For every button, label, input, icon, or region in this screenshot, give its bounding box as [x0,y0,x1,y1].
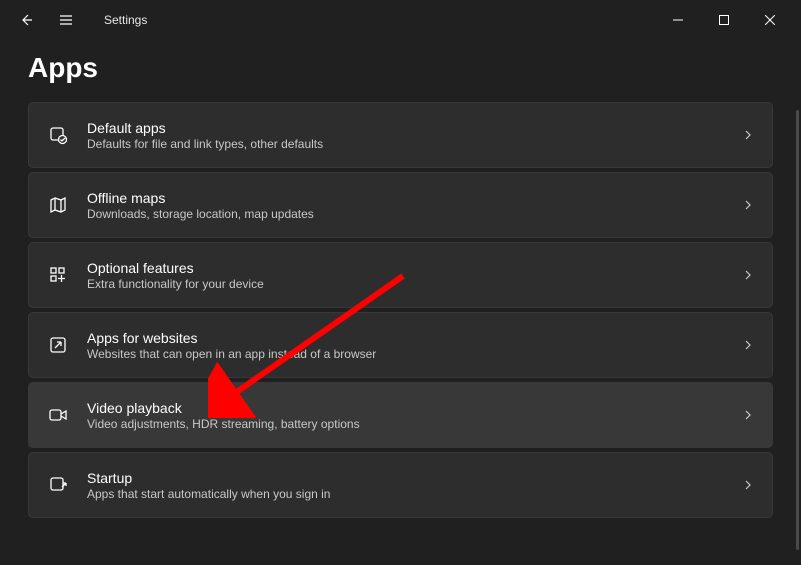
item-subtitle: Websites that can open in an app instead… [87,347,732,361]
item-title: Default apps [87,120,732,136]
titlebar-left: Settings [8,2,147,38]
apps-websites-icon [47,334,69,356]
hamburger-icon [58,12,74,28]
item-title: Startup [87,470,732,486]
close-icon [765,15,775,25]
item-title: Offline maps [87,190,732,206]
scrollbar[interactable] [796,110,799,550]
window-title: Settings [104,13,147,27]
maximize-icon [719,15,729,25]
default-apps-icon [47,124,69,146]
page-header: Apps [0,40,801,102]
item-text: Default apps Defaults for file and link … [87,120,732,151]
back-button[interactable] [8,2,44,38]
startup-icon [47,474,69,496]
minimize-icon [673,15,683,25]
chevron-right-icon [742,339,754,351]
list-item-default-apps[interactable]: Default apps Defaults for file and link … [28,102,773,168]
page-title: Apps [28,52,773,84]
window-controls [655,4,793,36]
item-text: Offline maps Downloads, storage location… [87,190,732,221]
item-text: Optional features Extra functionality fo… [87,260,732,291]
video-playback-icon [47,404,69,426]
minimize-button[interactable] [655,4,701,36]
item-subtitle: Apps that start automatically when you s… [87,487,732,501]
item-subtitle: Extra functionality for your device [87,277,732,291]
list-item-startup[interactable]: Startup Apps that start automatically wh… [28,452,773,518]
chevron-right-icon [742,269,754,281]
item-title: Optional features [87,260,732,276]
chevron-right-icon [742,479,754,491]
item-text: Apps for websites Websites that can open… [87,330,732,361]
list-item-apps-for-websites[interactable]: Apps for websites Websites that can open… [28,312,773,378]
optional-features-icon [47,264,69,286]
chevron-right-icon [742,129,754,141]
titlebar: Settings [0,0,801,40]
list-item-offline-maps[interactable]: Offline maps Downloads, storage location… [28,172,773,238]
item-text: Video playback Video adjustments, HDR st… [87,400,732,431]
chevron-right-icon [742,199,754,211]
item-title: Apps for websites [87,330,732,346]
settings-list: Default apps Defaults for file and link … [0,102,801,518]
close-button[interactable] [747,4,793,36]
item-subtitle: Downloads, storage location, map updates [87,207,732,221]
item-subtitle: Defaults for file and link types, other … [87,137,732,151]
nav-menu-button[interactable] [48,2,84,38]
item-subtitle: Video adjustments, HDR streaming, batter… [87,417,732,431]
list-item-optional-features[interactable]: Optional features Extra functionality fo… [28,242,773,308]
offline-maps-icon [47,194,69,216]
maximize-button[interactable] [701,4,747,36]
item-text: Startup Apps that start automatically wh… [87,470,732,501]
back-arrow-icon [18,12,34,28]
list-item-video-playback[interactable]: Video playback Video adjustments, HDR st… [28,382,773,448]
chevron-right-icon [742,409,754,421]
item-title: Video playback [87,400,732,416]
